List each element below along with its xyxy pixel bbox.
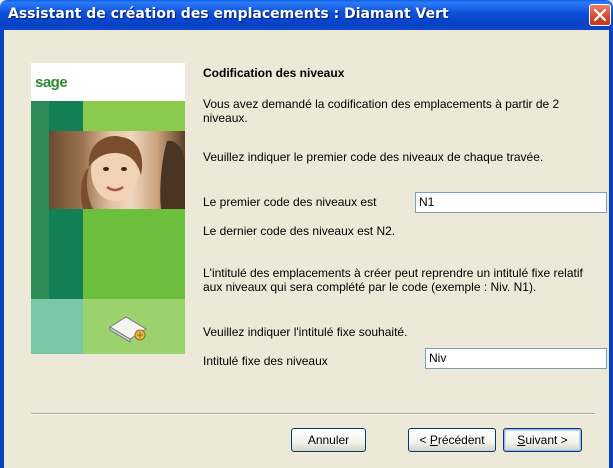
instruction-text: Veuillez indiquer le premier code des ni… [203,150,544,164]
intro-text: Vous avez demandé la codification des em… [203,97,560,125]
footer-separator [31,413,595,415]
last-code-text: Le dernier code des niveaux est N2. [203,224,396,238]
title-bar[interactable]: Assistant de création des emplacements :… [0,0,613,30]
banner-block [83,209,185,299]
window-title: Assistant de création des emplacements :… [8,6,449,22]
window-border-right [609,30,613,468]
woman-portrait-illustration [81,136,185,209]
wizard-banner-image: sage [31,63,185,354]
banner-band [83,101,185,131]
previous-prefix: < [419,433,430,447]
step-heading: Codification des niveaux [203,66,345,80]
close-icon [594,9,606,21]
fixed-label-instruction: Veuillez indiquer l'intitulé fixe souhai… [203,325,408,339]
banner-photo [49,131,185,209]
next-button[interactable]: Suivant > [503,428,582,452]
sage-logo: sage [35,74,68,91]
window-border-left [0,30,4,468]
banner-block [31,299,83,354]
previous-button[interactable]: < Précédent [408,428,496,452]
first-code-input[interactable]: N1 [415,192,607,213]
wizard-window: Assistant de création des emplacements :… [0,0,613,468]
previous-rest: récédent [437,433,485,447]
label-tag-icon [109,316,147,343]
cancel-button[interactable]: Annuler [291,428,366,452]
close-button[interactable] [589,4,611,26]
previous-mnemonic: P [429,433,438,447]
fixed-label-explanation: L'intitulé des emplacements à créer peut… [203,266,583,294]
fixed-label-label: Intitulé fixe des niveaux [203,354,328,368]
fixed-label-input[interactable]: Niv [425,348,607,369]
first-code-label: Le premier code des niveaux est [203,195,377,209]
next-rest: uivant > [525,433,568,447]
